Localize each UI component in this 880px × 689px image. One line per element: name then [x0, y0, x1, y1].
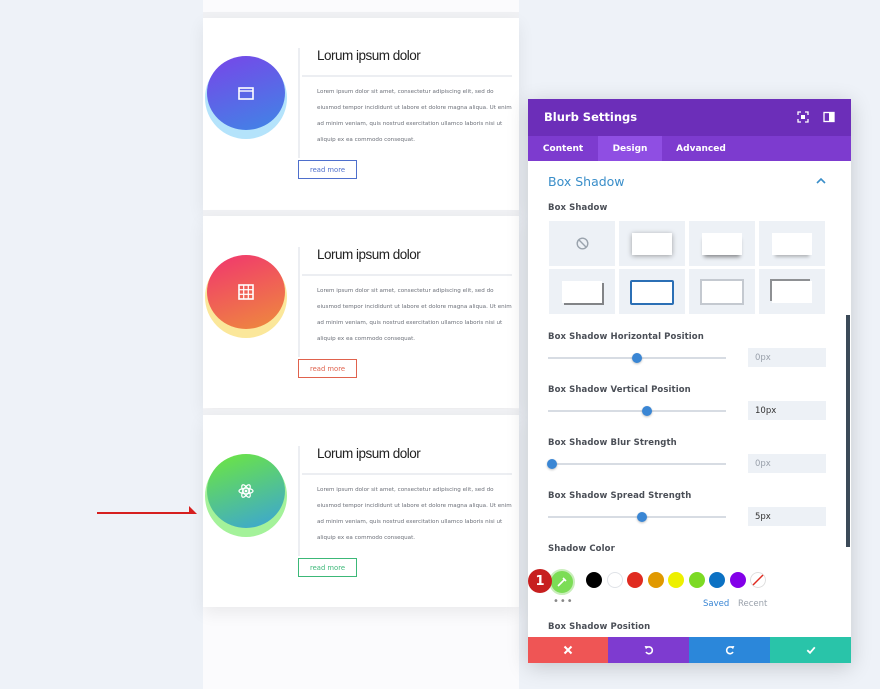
more-colors-icon[interactable]: ••• [553, 596, 574, 607]
blurb-3-title-rule [302, 473, 512, 475]
horizontal-position-label: Box Shadow Horizontal Position [548, 332, 704, 342]
step-badge: 1 [528, 569, 552, 593]
box-shadow-label: Box Shadow [548, 203, 608, 213]
shadow-preset-2[interactable] [689, 221, 755, 266]
sidebar-toggle-icon[interactable] [823, 111, 835, 123]
save-button[interactable] [770, 637, 851, 663]
blur-strength-track[interactable] [548, 463, 726, 465]
modal-header: Blurb Settings [528, 99, 851, 136]
blurb-2-divider [298, 247, 300, 357]
blurb-3-divider [298, 446, 300, 556]
blur-strength-input[interactable]: 0px [748, 454, 826, 473]
blurb-2-text: Lorem ipsum dolor sit amet, consectetur … [317, 288, 512, 342]
atom-icon [238, 484, 254, 498]
spread-strength-input[interactable]: 5px [748, 507, 826, 526]
horizontal-position-slider[interactable] [632, 353, 642, 363]
cancel-button[interactable] [528, 637, 608, 663]
swatch-red[interactable] [627, 572, 643, 588]
blurb-1-divider [298, 48, 300, 158]
blurb-1-read-more-button[interactable]: read more [298, 160, 357, 179]
shadow-preset-5[interactable] [619, 269, 685, 314]
chevron-up-icon[interactable] [816, 178, 826, 184]
scrollbar[interactable] [846, 315, 850, 547]
no-shadow-icon [576, 237, 589, 250]
shadow-color-label: Shadow Color [548, 544, 615, 554]
redo-icon [725, 646, 734, 655]
transparent-swatch-icon[interactable] [750, 572, 766, 588]
tab-bar: Content Design Advanced [528, 136, 851, 161]
blurb-1-text: Lorem ipsum dolor sit amet, consectetur … [317, 89, 512, 143]
check-icon [806, 646, 815, 655]
close-icon [563, 645, 573, 655]
saved-colors-tab[interactable]: Saved [703, 599, 729, 609]
shadow-preset-6[interactable] [689, 269, 755, 314]
blurb-2-title-rule [302, 274, 512, 276]
blurb-2-title: Lorum ipsum dolor [317, 247, 421, 262]
shadow-preset-3[interactable] [759, 221, 825, 266]
undo-icon [644, 646, 653, 655]
blurb-3-read-more-button[interactable]: read more [298, 558, 357, 577]
tab-content[interactable]: Content [528, 136, 598, 161]
pointer-arrow-icon [97, 506, 197, 514]
eyedropper-icon [557, 577, 567, 587]
swatch-blue[interactable] [709, 572, 725, 588]
table-icon [238, 284, 254, 300]
modal-title: Blurb Settings [544, 110, 638, 124]
blurb-1-title: Lorum ipsum dolor [317, 48, 421, 63]
blur-strength-label: Box Shadow Blur Strength [548, 438, 677, 448]
expand-icon[interactable] [797, 111, 809, 123]
shadow-preset-4[interactable] [549, 269, 615, 314]
blurb-3-icon-circle [207, 454, 285, 528]
shadow-position-label: Box Shadow Position [548, 622, 651, 632]
swatch-yellow[interactable] [668, 572, 684, 588]
swatch-purple[interactable] [730, 572, 746, 588]
spread-strength-label: Box Shadow Spread Strength [548, 491, 692, 501]
blurb-2-read-more-button[interactable]: read more [298, 359, 357, 378]
spread-strength-slider[interactable] [637, 512, 647, 522]
section-title[interactable]: Box Shadow [548, 174, 625, 189]
swatch-white[interactable] [607, 572, 623, 588]
vertical-position-label: Box Shadow Vertical Position [548, 385, 691, 395]
blurb-settings-modal: Blurb Settings Content Design Advanced B… [528, 99, 851, 663]
selected-color-picker[interactable] [549, 569, 575, 595]
shadow-preset-none[interactable] [549, 221, 615, 266]
blurb-1-icon-circle [207, 56, 285, 130]
shadow-preset-7[interactable] [759, 269, 825, 314]
blur-strength-slider[interactable] [547, 459, 557, 469]
blurb-3-text: Lorem ipsum dolor sit amet, consectetur … [317, 487, 512, 541]
vertical-position-input[interactable]: 10px [748, 401, 826, 420]
tab-design[interactable]: Design [598, 136, 662, 161]
shadow-preset-1[interactable] [619, 221, 685, 266]
blurb-2-icon-circle [207, 255, 285, 329]
vertical-position-track[interactable] [548, 410, 726, 412]
blurb-3-title: Lorum ipsum dolor [317, 446, 421, 461]
swatch-orange[interactable] [648, 572, 664, 588]
recent-colors-tab[interactable]: Recent [738, 599, 767, 609]
tab-advanced[interactable]: Advanced [662, 136, 740, 161]
swatch-black[interactable] [586, 572, 602, 588]
blurb-1-title-rule [302, 75, 512, 77]
swatch-green[interactable] [689, 572, 705, 588]
horizontal-position-input[interactable]: 0px [748, 348, 826, 367]
undo-button[interactable] [608, 637, 689, 663]
folder-icon [238, 87, 254, 100]
redo-button[interactable] [689, 637, 770, 663]
vertical-position-slider[interactable] [642, 406, 652, 416]
